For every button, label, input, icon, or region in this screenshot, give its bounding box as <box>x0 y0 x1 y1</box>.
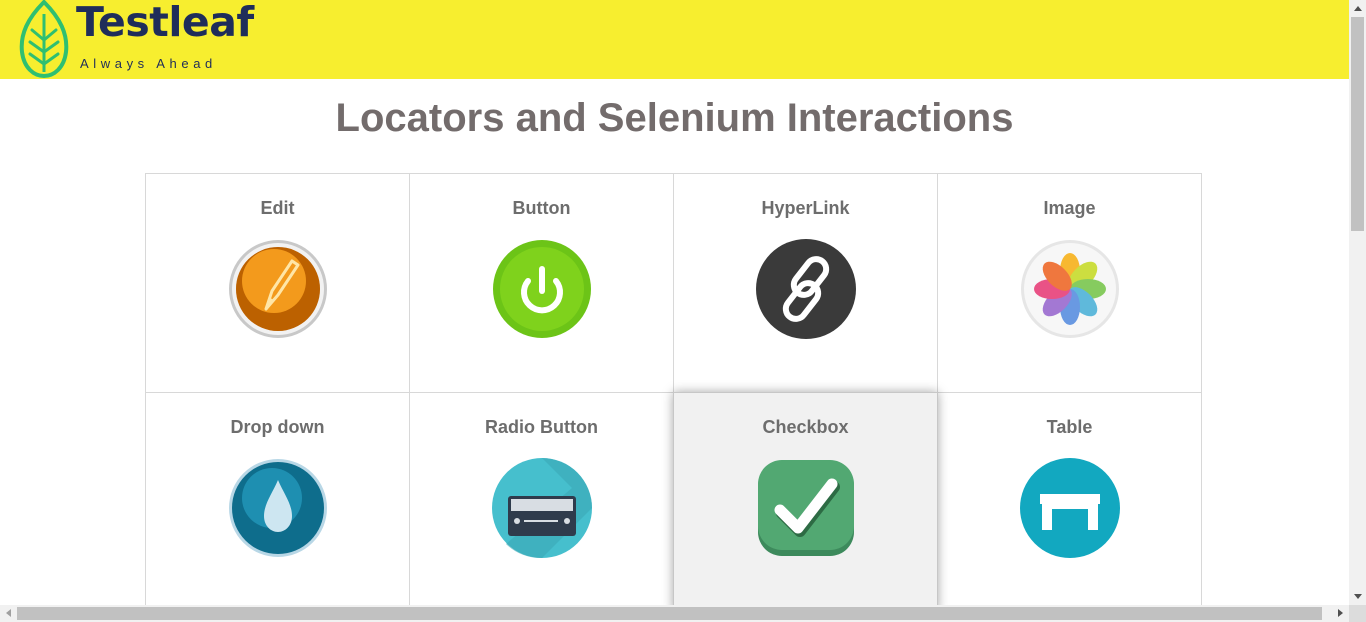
card-label: Edit <box>260 198 295 218</box>
card-drop-down[interactable]: Drop down <box>145 392 410 605</box>
card-label: Button <box>512 198 571 218</box>
checkmark-icon <box>756 458 856 558</box>
horizontal-scroll-thumb[interactable] <box>17 607 1322 620</box>
scroll-right-arrow-icon[interactable] <box>1338 609 1343 617</box>
page-viewport: Testleaf Always Ahead Locators and Selen… <box>0 0 1349 605</box>
radio-receiver-icon <box>492 458 592 558</box>
interaction-card-grid: Edit Button HyperLink Image Drop down Ra… <box>145 173 1202 605</box>
scroll-left-arrow-icon[interactable] <box>6 609 11 617</box>
leaf-logo-icon <box>19 0 69 79</box>
page-title: Locators and Selenium Interactions <box>335 96 1014 140</box>
testleaf-logo[interactable]: Testleaf Always Ahead <box>18 0 254 79</box>
table-icon <box>1020 458 1120 558</box>
scrollbar-corner <box>1349 605 1366 622</box>
card-label: Table <box>1046 417 1093 437</box>
vertical-scrollbar[interactable] <box>1349 0 1366 605</box>
horizontal-scrollbar[interactable] <box>0 605 1349 622</box>
power-button-icon <box>492 239 592 339</box>
logo-tagline: Always Ahead <box>80 56 217 71</box>
card-radio-button[interactable]: Radio Button <box>409 392 674 605</box>
card-label: Radio Button <box>485 417 598 437</box>
logo-title: Testleaf <box>76 0 254 46</box>
card-label: Image <box>1043 198 1096 218</box>
scroll-down-arrow-icon[interactable] <box>1354 594 1362 599</box>
card-label: Drop down <box>230 417 325 437</box>
card-checkbox[interactable]: Checkbox <box>673 392 938 605</box>
card-label: HyperLink <box>761 198 850 218</box>
card-image[interactable]: Image <box>937 173 1202 393</box>
site-header: Testleaf Always Ahead <box>0 0 1349 79</box>
card-edit[interactable]: Edit <box>145 173 410 393</box>
pencil-icon <box>228 239 328 339</box>
vertical-scroll-thumb[interactable] <box>1351 17 1364 231</box>
card-table[interactable]: Table <box>937 392 1202 605</box>
chain-link-icon <box>756 239 856 339</box>
water-drop-icon <box>228 458 328 558</box>
photos-flower-icon <box>1020 239 1120 339</box>
card-button[interactable]: Button <box>409 173 674 393</box>
card-label: Checkbox <box>762 417 849 437</box>
scroll-up-arrow-icon[interactable] <box>1354 6 1362 11</box>
card-hyperlink[interactable]: HyperLink <box>673 173 938 393</box>
